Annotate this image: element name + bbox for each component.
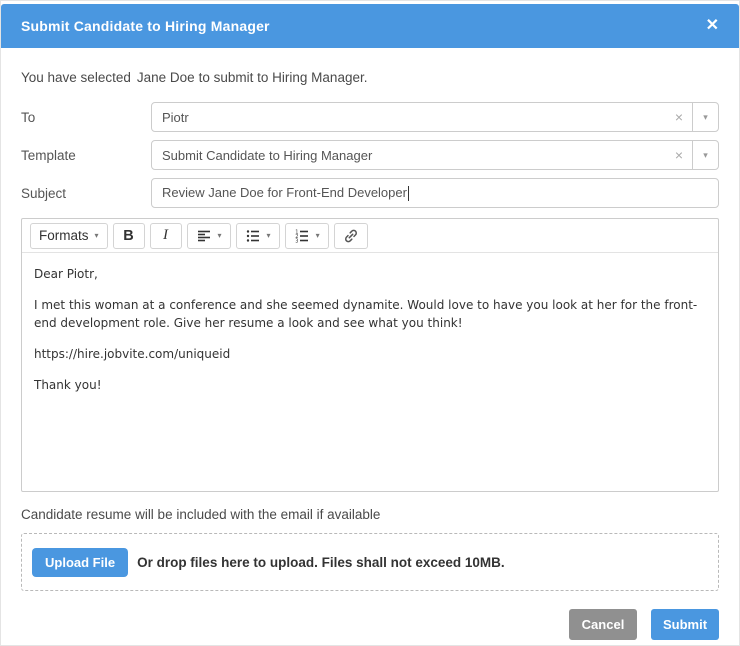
template-row: Template Submit Candidate to Hiring Mana… bbox=[21, 140, 719, 170]
subject-value: Review Jane Doe for Front-End Developer bbox=[152, 185, 718, 201]
file-dropzone[interactable]: Upload File Or drop files here to upload… bbox=[21, 533, 719, 591]
email-paragraph: Thank you! bbox=[34, 376, 706, 394]
submit-candidate-modal: Submit Candidate to Hiring Manager ✕ You… bbox=[0, 0, 740, 646]
formats-chevron-down-icon: ▾ bbox=[95, 231, 99, 240]
dropzone-hint: Or drop files here to upload. Files shal… bbox=[137, 555, 505, 570]
email-paragraph: https://hire.jobvite.com/uniqueid bbox=[34, 345, 706, 363]
bullet-list-icon bbox=[245, 228, 261, 244]
upload-file-button[interactable]: Upload File bbox=[32, 548, 128, 577]
bold-button[interactable]: B bbox=[113, 223, 145, 249]
numbered-list-button[interactable]: 123 ▾ bbox=[285, 223, 329, 249]
modal-header: Submit Candidate to Hiring Manager ✕ bbox=[1, 4, 739, 48]
template-clear-icon[interactable]: × bbox=[666, 147, 692, 163]
email-paragraph: I met this woman at a conference and she… bbox=[34, 296, 706, 332]
rich-text-editor: Formats ▾ B I ▾ bbox=[21, 218, 719, 492]
candidate-name: Jane Doe bbox=[137, 70, 195, 85]
email-paragraph: Dear Piotr, bbox=[34, 265, 706, 283]
modal-title: Submit Candidate to Hiring Manager bbox=[21, 18, 270, 34]
to-row: To Piotr × ▾ bbox=[21, 102, 719, 132]
to-combobox[interactable]: Piotr × ▾ bbox=[151, 102, 719, 132]
subject-row: Subject Review Jane Doe for Front-End De… bbox=[21, 178, 719, 208]
bullet-list-button[interactable]: ▾ bbox=[236, 223, 280, 249]
email-body-editor[interactable]: Dear Piotr, I met this woman at a confer… bbox=[22, 253, 718, 492]
link-icon bbox=[343, 228, 359, 244]
resume-note: Candidate resume will be included with t… bbox=[21, 507, 719, 522]
template-combobox[interactable]: Submit Candidate to Hiring Manager × ▾ bbox=[151, 140, 719, 170]
bullet-list-chevron-down-icon: ▾ bbox=[267, 231, 271, 240]
template-chevron-down-icon[interactable]: ▾ bbox=[692, 141, 718, 169]
text-cursor bbox=[408, 186, 409, 201]
italic-button[interactable]: I bbox=[150, 223, 182, 249]
numbered-list-icon: 123 bbox=[294, 228, 310, 244]
svg-text:3: 3 bbox=[295, 238, 298, 244]
align-left-icon bbox=[196, 228, 212, 244]
template-label: Template bbox=[21, 148, 151, 163]
numbered-list-chevron-down-icon: ▾ bbox=[316, 231, 320, 240]
link-button[interactable] bbox=[334, 223, 368, 249]
cancel-button[interactable]: Cancel bbox=[569, 609, 637, 640]
close-icon[interactable]: ✕ bbox=[706, 18, 719, 34]
email-form: To Piotr × ▾ Template Submit Candidate t… bbox=[21, 102, 719, 208]
selection-summary: You have selected Jane Doe to submit to Hi… bbox=[21, 70, 719, 85]
align-chevron-down-icon: ▾ bbox=[218, 231, 222, 240]
align-button[interactable]: ▾ bbox=[187, 223, 231, 249]
to-chevron-down-icon[interactable]: ▾ bbox=[692, 103, 718, 131]
intro-prefix: You have selected bbox=[21, 70, 131, 85]
editor-toolbar: Formats ▾ B I ▾ bbox=[22, 219, 718, 253]
to-clear-icon[interactable]: × bbox=[666, 109, 692, 125]
to-label: To bbox=[21, 110, 151, 125]
to-value: Piotr bbox=[152, 110, 666, 125]
subject-input[interactable]: Review Jane Doe for Front-End Developer bbox=[151, 178, 719, 208]
modal-content: You have selected Jane Doe to submit to Hi… bbox=[1, 70, 739, 591]
modal-footer: Cancel Submit bbox=[1, 609, 739, 640]
template-value: Submit Candidate to Hiring Manager bbox=[152, 148, 666, 163]
formats-button[interactable]: Formats ▾ bbox=[30, 223, 108, 249]
intro-suffix: to submit to Hiring Manager. bbox=[199, 70, 368, 85]
submit-button[interactable]: Submit bbox=[651, 609, 719, 640]
subject-label: Subject bbox=[21, 186, 151, 201]
